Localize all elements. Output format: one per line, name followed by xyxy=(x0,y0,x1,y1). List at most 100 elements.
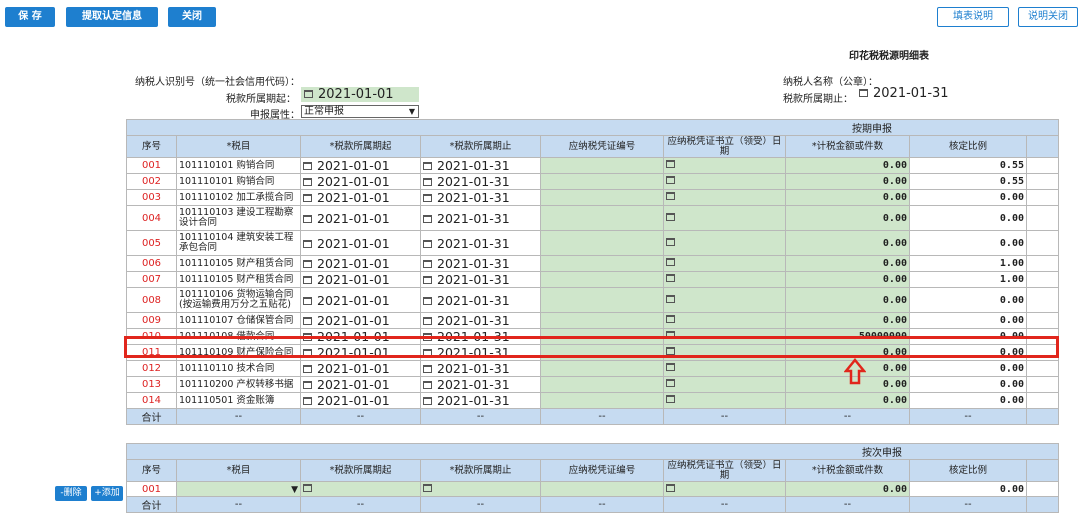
start-date-field[interactable]: 2021-01-01 xyxy=(300,157,421,174)
voucher-date-field[interactable] xyxy=(663,312,786,329)
calendar-icon xyxy=(666,160,675,168)
help-button[interactable]: 填表说明 xyxy=(937,7,1009,27)
end-date-value: 2021-01-31 xyxy=(437,158,510,173)
sum-cell: -- xyxy=(300,408,421,425)
start-date-field[interactable]: 2021-01-01 xyxy=(300,328,421,345)
voucher-date-field[interactable] xyxy=(663,255,786,272)
end-date-field[interactable]: 2021-01-31 xyxy=(420,376,541,393)
voucher-date-field[interactable] xyxy=(663,189,786,206)
amount-field[interactable]: 0.00 xyxy=(785,271,910,288)
start-date-field[interactable]: 2021-01-01 xyxy=(300,255,421,272)
voucher-no-field[interactable] xyxy=(540,392,664,409)
voucher-no-field[interactable] xyxy=(540,287,664,313)
ratio-value: 0.00 xyxy=(909,230,1027,256)
voucher-no-field[interactable] xyxy=(540,344,664,361)
voucher-date-field[interactable] xyxy=(663,481,786,497)
end-date-field[interactable]: 2021-01-31 xyxy=(420,173,541,190)
start-date-field[interactable]: 2021-01-01 xyxy=(300,344,421,361)
start-date-value: 2021-01-01 xyxy=(317,235,390,251)
amount-field[interactable]: 0.00 xyxy=(785,481,910,497)
voucher-no-field[interactable] xyxy=(540,255,664,272)
voucher-no-field[interactable] xyxy=(540,205,664,231)
voucher-date-field[interactable] xyxy=(663,360,786,377)
start-date-field[interactable]: 2021-01-01 xyxy=(300,271,421,288)
help-close-button[interactable]: 说明关闭 xyxy=(1018,7,1078,27)
start-date-field[interactable]: 2021-01-01 xyxy=(300,376,421,393)
amount-field[interactable]: 0.00 xyxy=(785,287,910,313)
amount-field[interactable]: 0.00 xyxy=(785,312,910,329)
end-date-field[interactable] xyxy=(420,481,541,497)
voucher-no-field[interactable] xyxy=(540,328,664,345)
voucher-date-field[interactable] xyxy=(663,328,786,345)
voucher-date-field[interactable] xyxy=(663,230,786,256)
amount-field[interactable]: 0.00 xyxy=(785,157,910,174)
tax-item: 101110200 产权转移书据 xyxy=(176,376,301,393)
table-row: 002 101110101 购销合同 2021-01-01 2021-01-31 0.0… xyxy=(126,173,1060,190)
period-start-field[interactable]: 2021-01-01 xyxy=(301,87,419,102)
end-date-field[interactable]: 2021-01-31 xyxy=(420,255,541,272)
sum-cell: -- xyxy=(300,496,421,513)
start-date-field[interactable]: 2021-01-01 xyxy=(300,173,421,190)
voucher-no-field[interactable] xyxy=(540,173,664,190)
voucher-no-field[interactable] xyxy=(540,157,664,174)
voucher-date-field[interactable] xyxy=(663,287,786,313)
voucher-no-field[interactable] xyxy=(540,189,664,206)
calendar-icon xyxy=(666,294,675,303)
voucher-date-field[interactable] xyxy=(663,392,786,409)
row-number: 009 xyxy=(126,312,177,329)
voucher-no-field[interactable] xyxy=(540,481,664,497)
voucher-date-field[interactable] xyxy=(663,376,786,393)
voucher-no-field[interactable] xyxy=(540,271,664,288)
calendar-icon xyxy=(859,89,868,97)
end-date-field[interactable]: 2021-01-31 xyxy=(420,189,541,206)
sum-cell: -- xyxy=(540,496,664,513)
voucher-date-field[interactable] xyxy=(663,173,786,190)
voucher-no-field[interactable] xyxy=(540,360,664,377)
amount-field[interactable]: 0.00 xyxy=(785,205,910,231)
amount-field[interactable]: 50000000 xyxy=(785,328,910,345)
end-date-field[interactable]: 2021-01-31 xyxy=(420,328,541,345)
fetch-info-button[interactable]: 提取认定信息 xyxy=(66,7,158,27)
voucher-date-field[interactable] xyxy=(663,271,786,288)
add-row-button[interactable]: +添加 xyxy=(91,486,123,501)
end-date-field[interactable]: 2021-01-31 xyxy=(420,230,541,256)
end-date-field[interactable]: 2021-01-31 xyxy=(420,312,541,329)
start-date-field[interactable] xyxy=(300,481,421,497)
start-date-field[interactable]: 2021-01-01 xyxy=(300,189,421,206)
amount-field[interactable]: 0.00 xyxy=(785,230,910,256)
ratio-value: 0.00 xyxy=(909,205,1027,231)
voucher-no-field[interactable] xyxy=(540,376,664,393)
end-date-field[interactable]: 2021-01-31 xyxy=(420,157,541,174)
end-date-field[interactable]: 2021-01-31 xyxy=(420,360,541,377)
end-date-field[interactable]: 2021-01-31 xyxy=(420,205,541,231)
amount-field[interactable]: 0.00 xyxy=(785,189,910,206)
end-date-field[interactable]: 2021-01-31 xyxy=(420,271,541,288)
delete-row-button[interactable]: -删除 xyxy=(55,486,87,501)
end-date-field[interactable]: 2021-01-31 xyxy=(420,392,541,409)
save-button[interactable]: 保 存 xyxy=(5,7,55,27)
close-button[interactable]: 关闭 xyxy=(168,7,216,27)
amount-field[interactable]: 0.00 xyxy=(785,392,910,409)
end-date-field[interactable]: 2021-01-31 xyxy=(420,344,541,361)
amount-field[interactable]: 0.00 xyxy=(785,255,910,272)
start-date-field[interactable]: 2021-01-01 xyxy=(300,205,421,231)
row-number: 004 xyxy=(126,205,177,231)
voucher-date-field[interactable] xyxy=(663,157,786,174)
end-date-field[interactable]: 2021-01-31 xyxy=(420,287,541,313)
column-header: 应纳税凭证编号 xyxy=(540,459,664,482)
voucher-date-field[interactable] xyxy=(663,344,786,361)
voucher-date-field[interactable] xyxy=(663,205,786,231)
start-date-field[interactable]: 2021-01-01 xyxy=(300,230,421,256)
start-date-field[interactable]: 2021-01-01 xyxy=(300,287,421,313)
voucher-no-field[interactable] xyxy=(540,230,664,256)
end-date-value: 2021-01-31 xyxy=(437,190,510,205)
voucher-no-field[interactable] xyxy=(540,312,664,329)
tax-item-select[interactable]: ▼ xyxy=(176,481,301,497)
start-date-value: 2021-01-01 xyxy=(317,313,390,328)
amount-field[interactable]: 0.00 xyxy=(785,173,910,190)
declare-attr-select[interactable]: 正常申报 ▼ xyxy=(301,105,419,118)
start-date-field[interactable]: 2021-01-01 xyxy=(300,312,421,329)
ratio-value: 0.00 xyxy=(909,328,1027,345)
start-date-field[interactable]: 2021-01-01 xyxy=(300,392,421,409)
start-date-field[interactable]: 2021-01-01 xyxy=(300,360,421,377)
